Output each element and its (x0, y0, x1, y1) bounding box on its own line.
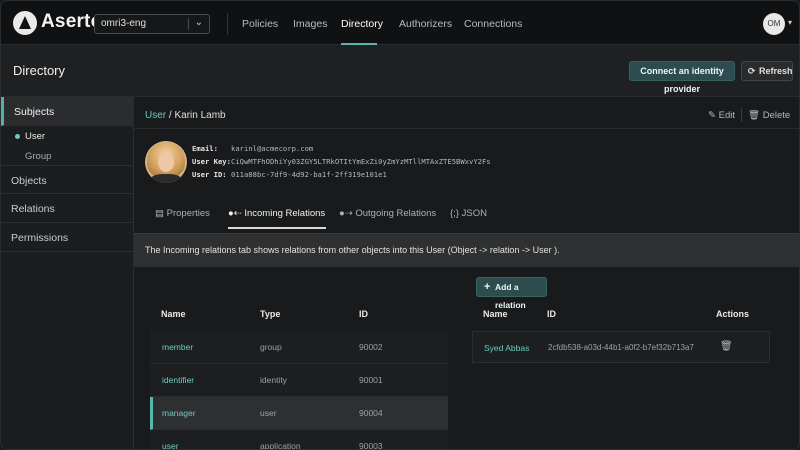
nav-authorizers[interactable]: Authorizers (399, 18, 452, 30)
column-header-id: ID (359, 309, 368, 319)
edit-label: Edit (718, 110, 735, 121)
relation-type: identity (260, 375, 287, 385)
breadcrumb-parent-link[interactable]: User (145, 110, 166, 121)
user-id-value: 011a88bc-7df9-4d92-ba1f-2ff319e101e1 (231, 170, 387, 179)
caret-down-icon[interactable]: ▾ (788, 18, 792, 27)
header-divider (134, 128, 799, 129)
user-photo (145, 141, 187, 183)
edit-button[interactable]: ✎ Edit (708, 110, 735, 121)
relation-name-link[interactable]: member (162, 342, 193, 352)
tab-outgoing-relations[interactable]: ●⇢ Outgoing Relations (339, 208, 436, 219)
aserto-logo-icon[interactable] (13, 11, 37, 35)
user-avatar[interactable]: OM (763, 13, 785, 35)
tenant-value: omri3-eng (101, 18, 147, 29)
delete-label: Delete (762, 110, 791, 121)
table-row-selected[interactable]: manager user 90004 (150, 397, 448, 430)
column-header-name: Name (483, 309, 508, 319)
main-panel: User / Karin Lamb ✎ Edit 🗑 Delete Email:… (134, 97, 799, 450)
sidebar: Subjects User Group Objects Relations Pe… (1, 97, 134, 449)
user-id-label: User ID: (192, 170, 227, 179)
info-text: The Incoming relations tab shows relatio… (145, 245, 560, 255)
refresh-icon: ⟳ (748, 66, 756, 76)
nav-divider (227, 13, 228, 35)
tab-properties[interactable]: ▤ Properties (155, 208, 210, 219)
tab-label: Outgoing Relations (355, 208, 437, 219)
add-relation-button[interactable]: + Add a relation (476, 277, 547, 310)
tab-label: Incoming Relations (244, 208, 326, 219)
photo-face (158, 152, 174, 172)
column-header-type: Type (260, 309, 281, 319)
outgoing-arrow-icon: ●⇢ (339, 208, 353, 219)
user-key-label: User Key: (192, 157, 231, 166)
relation-type: group (260, 342, 282, 352)
relation-id: 2cfdb538-a03d-44b1-a0f2-b7ef32b713a7 (548, 343, 694, 352)
document-icon: ▤ (155, 208, 164, 219)
column-header-id: ID (547, 309, 556, 319)
trash-icon: 🗑 (748, 110, 761, 121)
sidebar-subitem-group[interactable]: Group (25, 151, 51, 162)
braces-icon: {;} (450, 208, 459, 219)
incoming-arrow-icon: ●⇠ (228, 208, 242, 219)
tenant-separator (188, 18, 189, 30)
relation-id: 90002 (359, 342, 383, 352)
column-header-name: Name (161, 309, 186, 319)
info-banner: The Incoming relations tab shows relatio… (134, 233, 799, 267)
breadcrumb: User / Karin Lamb (145, 110, 226, 121)
relation-type: user (260, 408, 277, 418)
table-row[interactable]: Syed Abbas 2cfdb538-a03d-44b1-a0f2-b7ef3… (472, 331, 770, 363)
nav-connections[interactable]: Connections (464, 18, 522, 30)
active-tab-indicator (228, 227, 326, 229)
refresh-label: Refresh (759, 66, 793, 76)
sidebar-item-permissions[interactable]: Permissions (1, 223, 134, 252)
app-window: Aserto omri3-eng ⌄ Policies Images Direc… (0, 0, 800, 450)
relation-name-link[interactable]: Syed Abbas (484, 343, 529, 353)
email-value: karinl@acmecorp.com (231, 144, 314, 153)
nav-policies[interactable]: Policies (242, 18, 278, 30)
tab-label: Properties (166, 208, 210, 219)
sidebar-item-label: Subjects (14, 106, 55, 118)
photo-shirt (151, 174, 181, 183)
sidebar-item-label: Objects (11, 175, 47, 187)
sidebar-item-label: Permissions (11, 232, 69, 244)
tab-label: JSON (461, 208, 487, 219)
tenant-selector[interactable]: omri3-eng ⌄ (94, 14, 210, 34)
chevron-down-icon: ⌄ (194, 17, 203, 28)
tab-incoming-relations[interactable]: ●⇠ Incoming Relations (228, 208, 325, 219)
email-label: Email: (192, 144, 218, 153)
table-row[interactable]: member group 90002 (150, 331, 448, 364)
user-key-value: CiQwMTFhODhiYy03ZGY5LTRkOTItYmExZi0yZmYz… (231, 157, 491, 166)
sidebar-subitem-user[interactable]: User (25, 131, 45, 142)
delete-button[interactable]: 🗑 Delete (748, 110, 790, 121)
selected-dot-icon (15, 134, 20, 139)
nav-images[interactable]: Images (293, 18, 327, 30)
sidebar-item-label: Relations (11, 203, 55, 215)
breadcrumb-current: Karin Lamb (174, 110, 226, 121)
relation-id: 90001 (359, 375, 383, 385)
column-header-actions: Actions (716, 309, 750, 319)
relation-id: 90004 (359, 408, 383, 418)
action-divider (741, 108, 742, 122)
table-row[interactable]: user application 90003 (150, 430, 448, 450)
relation-name-link[interactable]: identifier (162, 375, 194, 385)
page-header: Directory Connect an identity provider ⟳… (1, 45, 799, 97)
relation-id: 90003 (359, 441, 383, 450)
sidebar-item-objects[interactable]: Objects (1, 165, 134, 194)
sidebar-item-relations[interactable]: Relations (1, 194, 134, 223)
page-title: Directory (13, 63, 66, 78)
nav-directory[interactable]: Directory (341, 18, 383, 30)
tab-json[interactable]: {;} JSON (450, 208, 487, 219)
sidebar-item-subjects[interactable]: Subjects (1, 97, 134, 126)
refresh-button[interactable]: ⟳ Refresh (741, 61, 793, 81)
delete-relation-icon[interactable]: 🗑 (720, 341, 733, 352)
relation-name-link[interactable]: manager (162, 408, 196, 418)
table-row[interactable]: identifier identity 90001 (150, 364, 448, 397)
pencil-icon: ✎ (708, 110, 716, 121)
relation-name-link[interactable]: user (162, 441, 179, 449)
top-navbar: Aserto omri3-eng ⌄ Policies Images Direc… (1, 1, 799, 45)
relation-type: application (260, 441, 301, 450)
connect-identity-provider-button[interactable]: Connect an identity provider (629, 61, 735, 94)
plus-icon: + (484, 281, 491, 293)
